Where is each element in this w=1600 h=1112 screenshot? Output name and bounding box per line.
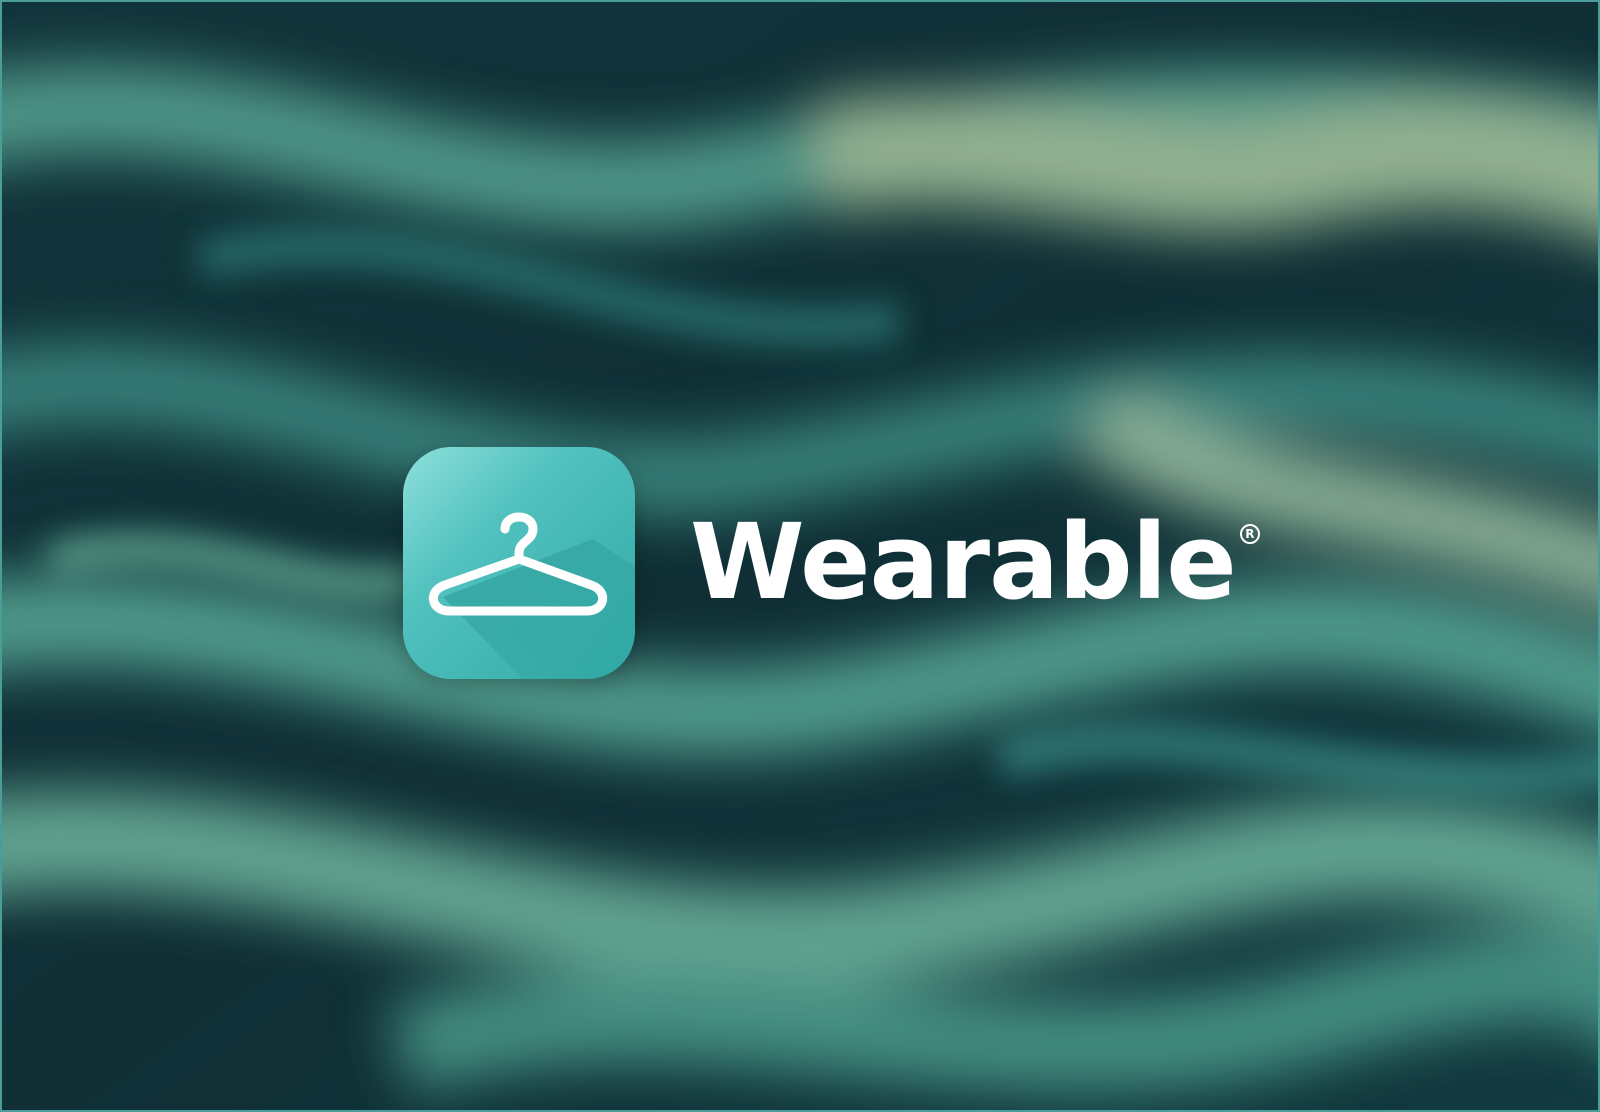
- splash-screen: Wearable R: [0, 0, 1600, 1112]
- registered-trademark-icon: R: [1239, 524, 1260, 544]
- brand-wordmark: Wearable R: [690, 510, 1260, 630]
- hanger-icon: [429, 512, 635, 679]
- app-logo-tile: [403, 447, 635, 679]
- brand-name: Wearable: [690, 501, 1237, 623]
